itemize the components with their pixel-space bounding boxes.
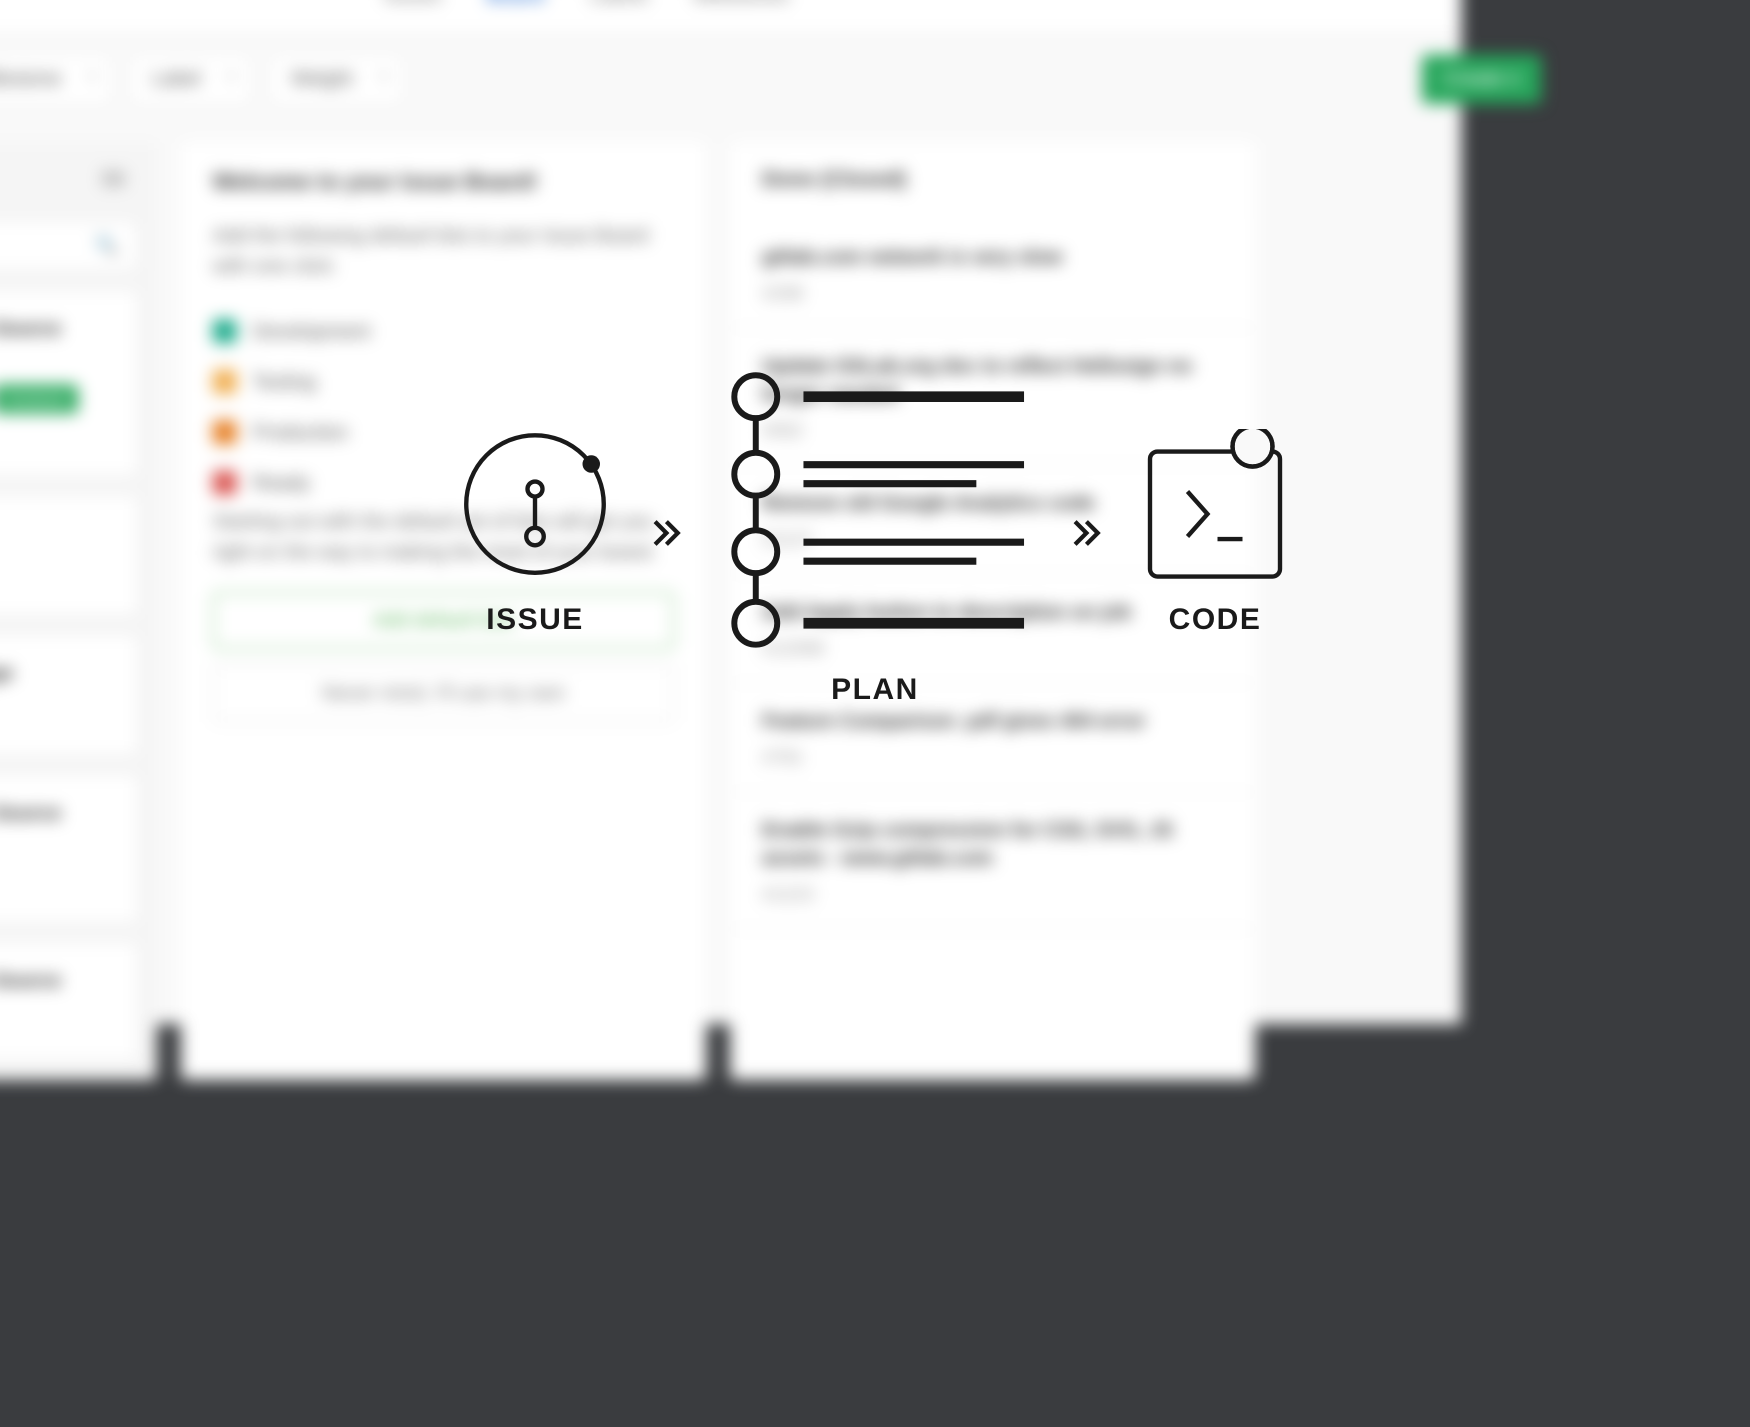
color-swatch (213, 319, 237, 343)
list-name: Testing (253, 370, 316, 393)
card-title: Remove old Google Analytics code (762, 489, 1224, 517)
card-id: #1223 (762, 883, 1224, 904)
issue-search[interactable]: Search issues🔍 (0, 219, 138, 271)
column-done: Done (Closed) gitlab.com network is very… (730, 142, 1255, 1080)
filter-weight[interactable]: Weight (268, 53, 404, 105)
card-id: #12098 (762, 637, 1224, 658)
card-title: Enable Gzip compression for CSS, SVG, JS… (762, 817, 1224, 873)
default-list-item: Development (213, 306, 675, 357)
card-title: Feature Comparison .pdf gives 404 error (762, 708, 1224, 736)
issue-card[interactable]: Remove old Google Analytics code #1137 (730, 466, 1255, 575)
search-icon: 🔍 (95, 234, 118, 257)
card-title: Contribution map for every Open Source P… (0, 799, 113, 855)
color-swatch (213, 370, 237, 394)
default-list-item: Testing (213, 356, 675, 407)
color-swatch (213, 420, 237, 444)
issue-card[interactable]: Update GitLab.org doc to reflect Hellosi… (730, 329, 1255, 466)
issue-card[interactable]: Contribution map for every Open Source P… (0, 774, 138, 923)
issue-card[interactable]: Add Apply button to description on job #1… (730, 575, 1255, 684)
default-list-item: Production (213, 407, 675, 458)
sub-tabs: Issues Board Labels Milestones (0, 0, 1462, 35)
issue-card[interactable]: Enable Gzip compression for CSS, SVG, JS… (730, 793, 1255, 930)
issue-card[interactable]: Contribution map for every Open Source P… (0, 942, 138, 1062)
backlog-count: 58 (101, 169, 125, 193)
subtab-milestones[interactable]: Milestones (694, 0, 789, 7)
list-name: Development (253, 320, 371, 343)
subtab-issues[interactable]: Issues (384, 0, 442, 7)
card-title: gitlab.com network is very slow (762, 243, 1224, 271)
column-welcome: Welcome to your Issue Board! Add the fol… (181, 142, 706, 1080)
card-id: #1137 (762, 528, 1224, 549)
card-id: #781 (762, 746, 1224, 767)
list-name: Production (253, 421, 348, 444)
card-title: Contribution map for every Open Source P… (0, 315, 113, 371)
subtab-board[interactable]: Board (487, 0, 545, 7)
column-backlog: log58 Search issues🔍 Contribution map fo… (0, 142, 157, 1080)
card-title: Update GitLab.org doc to reflect Hellosi… (762, 352, 1224, 408)
add-default-lists-button[interactable]: Add default lists (213, 592, 675, 649)
card-title: Standalone EE page (0, 520, 113, 548)
issue-card[interactable]: Contribution map for every Open Source P… (0, 290, 138, 476)
welcome-title: Welcome to your Issue Board! (181, 142, 706, 222)
card-title: Update about.gitlab.com homepage (0, 660, 113, 688)
done-title: Done (Closed) (762, 169, 906, 193)
create-button[interactable]: Create n (1422, 55, 1541, 104)
color-swatch (213, 471, 237, 495)
board-columns: log58 Search issues🔍 Contribution map fo… (0, 124, 1462, 1080)
issue-card[interactable]: Update about.gitlab.com homepage#1Websit… (0, 634, 138, 755)
card-id: #562 (762, 419, 1224, 440)
card-title: Add Apply button to description on job (762, 599, 1224, 627)
skip-button[interactable]: Never mind, I'll use my own (213, 665, 675, 722)
filter-milestone[interactable]: Milestone (0, 53, 113, 105)
issue-card[interactable]: Feature Comparison .pdf gives 404 error #… (730, 684, 1255, 793)
card-id: #298 (762, 282, 1224, 303)
list-name: Ready (253, 472, 311, 495)
welcome-desc: Add the following default lists to your … (181, 222, 706, 306)
welcome-hint: Starting out with the default set of lis… (181, 508, 706, 592)
card-title: Contribution map for every Open Source P… (0, 967, 113, 1023)
default-list-item: Ready (213, 458, 675, 509)
filter-bar: Author Assignee Milestone Label Weight C… (0, 35, 1462, 124)
label: frontend (0, 384, 78, 413)
issue-card[interactable]: gitlab.com network is very slow #298 (730, 219, 1255, 328)
issue-card[interactable]: Standalone EE page#1marketing (0, 495, 138, 616)
subtab-labels[interactable]: Labels (590, 0, 649, 7)
filter-label[interactable]: Label (129, 53, 252, 105)
